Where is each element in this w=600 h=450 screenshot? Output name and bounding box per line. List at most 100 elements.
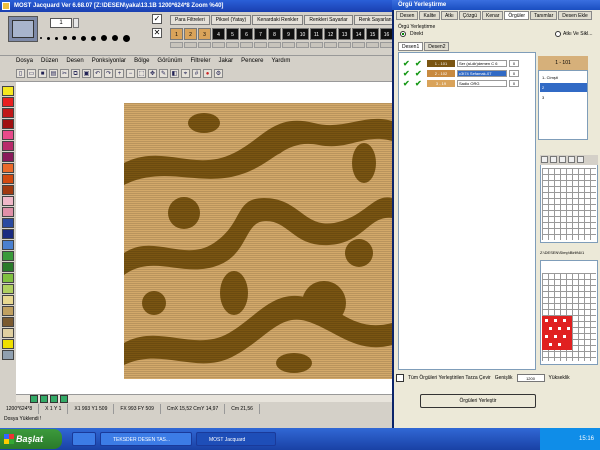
settings-icon[interactable]: ⚙ xyxy=(214,69,223,78)
preview-tool-icon[interactable] xyxy=(568,156,575,163)
current-color-swatch[interactable] xyxy=(8,16,38,42)
fill-icon[interactable]: ◧ xyxy=(170,69,179,78)
command-tab[interactable]: Renk Sayarlan xyxy=(353,15,397,25)
command-tab[interactable]: Renkleri Sayarlar xyxy=(304,15,353,25)
color-index-cell[interactable]: 11 xyxy=(310,28,323,40)
menu-item[interactable]: Jakar xyxy=(218,58,233,64)
brush-dot[interactable] xyxy=(40,37,42,39)
paste-icon[interactable]: ▣ xyxy=(82,69,91,78)
check-icon[interactable]: ✔ xyxy=(415,69,425,78)
color-index-cell[interactable]: 10 xyxy=(296,28,309,40)
panel-tab[interactable]: Desen Ekle xyxy=(558,11,592,20)
menu-item[interactable]: Düzen xyxy=(41,58,58,64)
place-weaves-button[interactable]: Örgüleri Yerleştir xyxy=(420,394,536,408)
panel-tab[interactable]: Desen xyxy=(396,11,419,20)
color-index-subcell[interactable] xyxy=(352,42,365,48)
preview-tool-icon[interactable] xyxy=(541,156,548,163)
preview-tool-icon[interactable] xyxy=(550,156,557,163)
leaf-tool-icon[interactable] xyxy=(30,395,38,403)
command-tab[interactable]: Piksel (Yatay) xyxy=(210,15,252,25)
print-icon[interactable]: ▤ xyxy=(49,69,58,78)
pencil-icon[interactable]: ✎ xyxy=(159,69,168,78)
undo-icon[interactable]: ↶ xyxy=(93,69,102,78)
save-icon[interactable]: ■ xyxy=(38,69,47,78)
palette-color-swatch[interactable] xyxy=(2,240,14,250)
color-index-cell[interactable]: 13 xyxy=(338,28,351,40)
palette-color-swatch[interactable] xyxy=(2,196,14,206)
option-checkbox[interactable]: ✕ xyxy=(152,28,162,38)
check-icon[interactable]: ✔ xyxy=(415,59,425,68)
color-index-subcell[interactable] xyxy=(324,42,337,48)
color-index-subcell[interactable] xyxy=(170,42,183,48)
palette-color-swatch[interactable] xyxy=(2,273,14,283)
brush-dot[interactable] xyxy=(55,36,58,40)
color-index-subcell[interactable] xyxy=(282,42,295,48)
panel-tab[interactable]: Örgüler xyxy=(504,11,530,20)
brush-size-dots[interactable] xyxy=(40,33,130,43)
weave-row[interactable]: ✔ ✔ 1 - 101 Ser (al-dir)demen C 60 xyxy=(403,59,519,68)
color-index-subcell[interactable] xyxy=(240,42,253,48)
zoom-in-icon[interactable]: + xyxy=(115,69,124,78)
weave-row[interactable]: ✔ ✔ 2 - 102 c3t74 Sefamak-07 0 xyxy=(403,69,519,78)
brush-dot[interactable] xyxy=(81,35,86,41)
weave-count[interactable]: 0 xyxy=(509,70,519,77)
brush-dot[interactable] xyxy=(72,36,76,40)
palette-color-swatch[interactable] xyxy=(2,97,14,107)
weave-subitem[interactable]: 3 xyxy=(540,93,587,102)
menu-item[interactable]: Dosya xyxy=(16,58,33,64)
move-icon[interactable]: ✥ xyxy=(148,69,157,78)
palette-color-swatch[interactable] xyxy=(2,306,14,316)
menu-item[interactable]: Yardım xyxy=(271,58,290,64)
leaf-tool-icon[interactable] xyxy=(50,395,58,403)
color-index-subcell[interactable] xyxy=(212,42,225,48)
check-icon[interactable]: ✔ xyxy=(403,69,413,78)
palette-color-swatch[interactable] xyxy=(2,152,14,162)
menu-item[interactable]: Pencere xyxy=(241,58,263,64)
weave-count[interactable]: 0 xyxy=(509,80,519,87)
palette-color-swatch[interactable] xyxy=(2,86,14,96)
panel-tab[interactable]: Kalite xyxy=(419,11,440,20)
copy-icon[interactable]: ⧉ xyxy=(71,69,80,78)
palette-color-swatch[interactable] xyxy=(2,218,14,228)
yarn-name[interactable]: c3t74 Sefamak-07 xyxy=(457,70,507,77)
panel-tab[interactable]: Kenar xyxy=(482,11,504,20)
palette-color-swatch[interactable] xyxy=(2,108,14,118)
color-icon[interactable]: ● xyxy=(203,69,212,78)
color-index-subcell[interactable] xyxy=(268,42,281,48)
yarn-name[interactable]: Sadio ORG xyxy=(457,80,507,87)
weave-subitem[interactable]: 1- Cimşit xyxy=(540,73,587,82)
palette-color-swatch[interactable] xyxy=(2,141,14,151)
palette-color-swatch[interactable] xyxy=(2,284,14,294)
brush-size-input[interactable]: 1 xyxy=(50,18,72,28)
cut-icon[interactable]: ✂ xyxy=(60,69,69,78)
brush-dot[interactable] xyxy=(47,36,50,40)
check-icon[interactable]: ✔ xyxy=(403,59,413,68)
weave-row[interactable]: ✔ ✔ 3 - 19 Sadio ORG 0 xyxy=(403,79,519,88)
grid-icon[interactable]: # xyxy=(192,69,201,78)
brush-dot[interactable] xyxy=(91,35,96,41)
color-index-subcell[interactable] xyxy=(310,42,323,48)
palette-color-swatch[interactable] xyxy=(2,229,14,239)
width-input[interactable]: 1200 xyxy=(516,374,545,382)
color-index-cell[interactable]: 3 xyxy=(198,28,211,40)
design-sub-tab[interactable]: Desen2 xyxy=(424,42,450,51)
color-index-subcell[interactable] xyxy=(338,42,351,48)
panel-tab[interactable]: Atkı xyxy=(440,11,458,20)
color-index-cell[interactable]: 8 xyxy=(268,28,281,40)
secondary-color-swatch[interactable] xyxy=(12,20,34,38)
apply-all-checkbox[interactable] xyxy=(396,374,404,382)
color-index-cell[interactable]: 7 xyxy=(254,28,267,40)
palette-color-swatch[interactable] xyxy=(2,295,14,305)
horizontal-scrollbar[interactable] xyxy=(16,394,394,402)
jacquard-design-pattern[interactable] xyxy=(124,103,392,379)
select-icon[interactable]: ⬚ xyxy=(137,69,146,78)
palette-color-swatch[interactable] xyxy=(2,317,14,327)
radio-button[interactable] xyxy=(555,31,561,37)
color-index-subcell[interactable] xyxy=(296,42,309,48)
palette-color-swatch[interactable] xyxy=(2,163,14,173)
weave-grid[interactable] xyxy=(542,168,596,240)
weave-subitem[interactable]: 2 xyxy=(540,83,587,92)
color-index-cell[interactable]: 6 xyxy=(240,28,253,40)
weave-count[interactable]: 0 xyxy=(509,60,519,67)
panel-tab[interactable]: Tanımlar xyxy=(530,11,558,20)
